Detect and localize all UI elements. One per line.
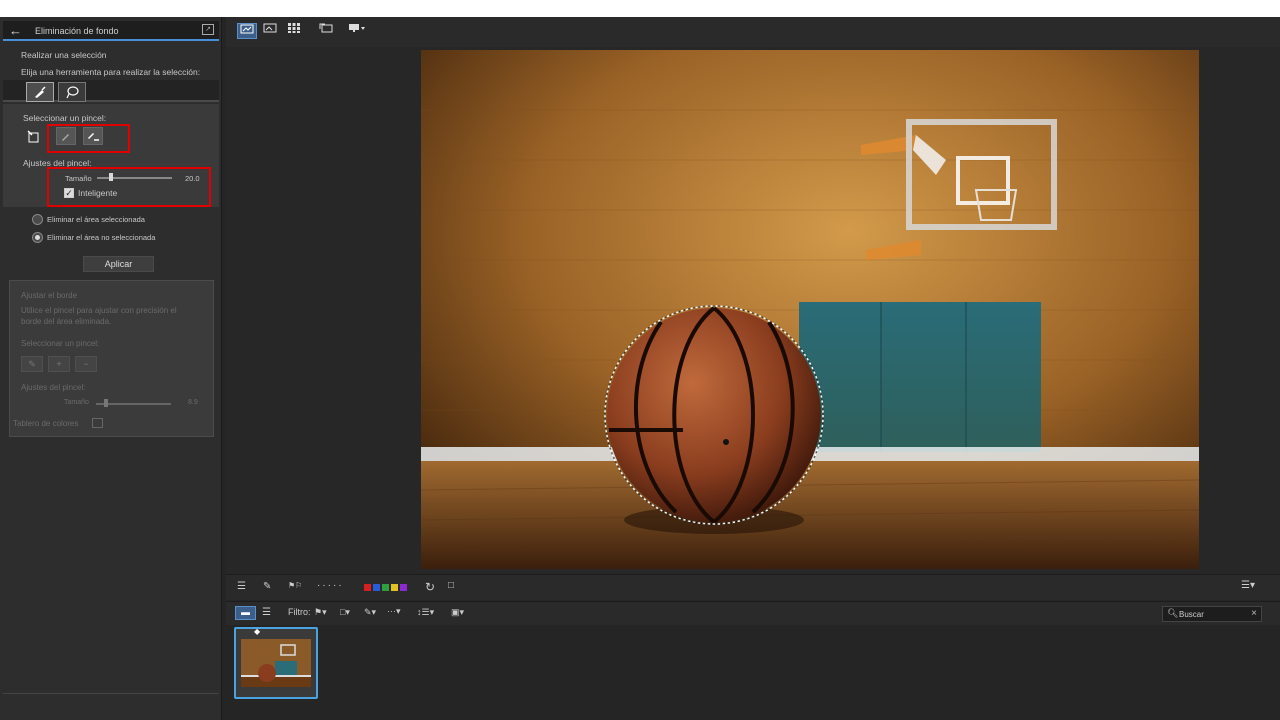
rotate-screen-icon[interactable] <box>316 23 336 39</box>
brush-highlight-box <box>47 124 130 153</box>
panel-title: Eliminación de fondo <box>35 26 119 36</box>
search-input[interactable]: Buscar <box>1179 610 1204 619</box>
rotate-icon[interactable]: ↻ <box>425 580 435 594</box>
edge-title: Ajustar el borde <box>21 291 78 300</box>
section-title: Realizar una selección <box>21 50 107 60</box>
settings-highlight-box <box>47 167 211 207</box>
edge-select-brush-label: Seleccionar un pincel: <box>21 339 100 348</box>
filter-edit-dropdown[interactable]: ✎▾ <box>364 607 376 618</box>
filter-rating-dropdown[interactable]: ···▾ <box>387 606 401 617</box>
adjust-edge-panel: Ajustar el borde Utilice el pincel para … <box>9 280 214 437</box>
color-board-swatch <box>92 418 103 428</box>
size-slider-handle[interactable] <box>109 173 113 181</box>
edited-tag-icon: ◆ <box>254 627 261 636</box>
color-label-red[interactable] <box>364 584 371 591</box>
rotate-screen-glyph <box>319 23 333 33</box>
filter-label: Filtro: <box>288 607 311 617</box>
tag-edit-icon[interactable]: ✎ <box>263 581 271 592</box>
edge-add-brush-button: + <box>48 356 70 372</box>
sort-order-dropdown[interactable]: ↕☰▾ <box>417 607 434 618</box>
search-icon: 🔍︎ <box>1167 608 1179 618</box>
basketball-photo[interactable] <box>421 50 1199 569</box>
edge-size-label: Tamaño <box>64 399 89 406</box>
color-label-green[interactable] <box>382 584 389 591</box>
flag-icon[interactable]: ⚑⚐ <box>288 581 302 590</box>
crop-display-icon[interactable]: □ <box>448 580 454 591</box>
arrow-left-icon[interactable]: ← <box>9 23 22 38</box>
grid-view-icon[interactable] <box>284 23 304 39</box>
edge-description-2: borde del área eliminada. <box>21 317 112 326</box>
panel-header: ← Eliminación de fondo ↗ <box>3 21 219 41</box>
stack-dropdown[interactable]: ▣▾ <box>451 607 464 618</box>
filter-flag-dropdown[interactable]: ⚑▾ <box>314 607 327 618</box>
undock-icon[interactable]: ↗ <box>202 24 214 35</box>
compare-view-glyph <box>240 24 254 34</box>
list-view-icon[interactable]: ☰ <box>262 607 271 618</box>
brush-options-box: Seleccionar un pincel: Ajustes del pince… <box>3 104 219 207</box>
color-label-yellow[interactable] <box>391 584 398 591</box>
size-value: 20.0 <box>185 174 200 183</box>
tab-lasso-selection[interactable] <box>58 82 86 102</box>
edge-size-value: 8.9 <box>188 399 198 406</box>
brush-icon <box>35 86 46 98</box>
sort-menu-icon[interactable]: ☰▾ <box>1241 580 1255 591</box>
organize-toolbar: ☰ ✎ ⚑⚐ ····· ↻ □ ☰▾ <box>226 574 1280 600</box>
view-toolbar <box>226 17 1280 47</box>
filmstrip: ◆ <box>226 625 1280 720</box>
photo-image <box>421 50 1199 569</box>
monitor-icon[interactable] <box>346 23 368 39</box>
metadata-panel-icon[interactable]: ☰ <box>237 581 246 592</box>
edge-size-slider-handle <box>104 399 108 407</box>
thumbnail-image <box>241 639 311 687</box>
search-box[interactable]: 🔍︎ Buscar × <box>1162 606 1262 622</box>
remove-unselected-label: Eliminar el área no seleccionada <box>47 233 156 242</box>
tab-brush-selection[interactable] <box>26 82 54 102</box>
select-brush-label: Seleccionar un pincel: <box>23 113 107 123</box>
panel-footer <box>3 693 219 703</box>
edge-remove-brush-button: − <box>75 356 97 372</box>
auto-brush-icon <box>27 130 39 143</box>
app-window: ← Eliminación de fondo ↗ Realizar una se… <box>0 17 1280 720</box>
size-label: Tamaño <box>65 174 92 183</box>
color-board-label: Tablero de colores <box>13 419 79 428</box>
remove-selected-label: Eliminar el área seleccionada <box>47 215 145 224</box>
edge-description-1: Utilice el pincel para ajustar con preci… <box>21 306 177 315</box>
smart-checkbox[interactable]: ✓ <box>64 188 74 198</box>
compare-view-icon[interactable] <box>237 23 257 39</box>
edge-brush-button: ✎ <box>21 356 43 372</box>
auto-select-brush-button[interactable] <box>23 127 43 145</box>
filter-bar: ▬ ☰ Filtro: ⚑▾ □▾ ✎▾ ···▾ ↕☰▾ ▣▾ 🔍︎ Busc… <box>226 601 1280 625</box>
single-view-icon[interactable] <box>260 23 280 39</box>
instruction-text: Elija una herramienta para realizar la s… <box>21 67 201 77</box>
clear-search-icon[interactable]: × <box>1251 608 1257 619</box>
filter-label-dropdown[interactable]: □▾ <box>340 607 350 618</box>
rating-dots-icon[interactable]: ····· <box>317 580 344 591</box>
radio-remove-selected[interactable] <box>32 214 43 225</box>
photo-thumbnail[interactable]: ◆ <box>234 627 318 699</box>
thumbnail-view-icon[interactable]: ▬ <box>235 606 256 620</box>
selection-tool-tabs <box>3 80 219 102</box>
color-label-blue[interactable] <box>373 584 380 591</box>
single-view-glyph <box>263 23 277 33</box>
background-removal-panel: ← Eliminación de fondo ↗ Realizar una se… <box>0 17 222 720</box>
grid-view-glyph <box>288 23 300 33</box>
monitor-glyph <box>349 24 365 32</box>
edge-brush-settings-label: Ajustes del pincel: <box>21 383 86 392</box>
radio-remove-unselected[interactable] <box>32 232 43 243</box>
color-label-purple[interactable] <box>400 584 407 591</box>
lasso-icon <box>66 86 79 99</box>
apply-button[interactable]: Aplicar <box>83 256 154 272</box>
smart-label: Inteligente <box>78 188 118 198</box>
